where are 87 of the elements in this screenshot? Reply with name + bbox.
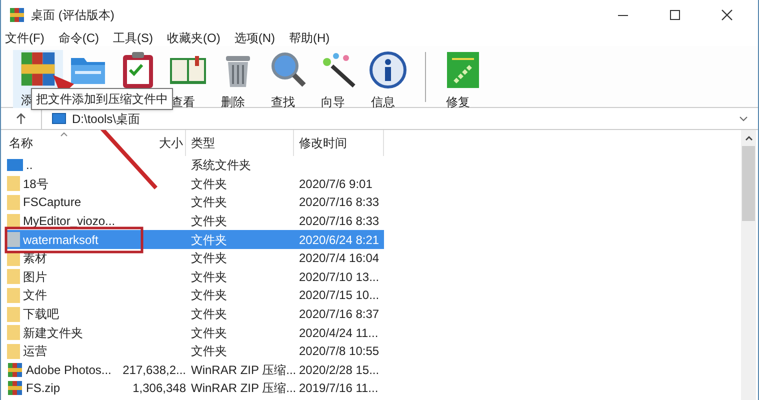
column-header[interactable]: 类型 [186,130,294,156]
menu-item[interactable]: 选项(N) [234,29,275,47]
file-row[interactable]: 18号 文件夹 2020/7/6 9:01 [5,174,384,194]
file-name: FSCapture [23,194,82,212]
file-row[interactable]: 素材 文件夹 2020/7/4 16:04 [5,248,384,268]
file-name: 文件 [23,287,47,304]
file-type: 文件夹 [191,251,227,266]
file-modified: 2020/7/8 10:55 [299,344,380,358]
file-modified: 2020/7/15 10... [299,288,380,302]
close-icon [721,9,733,21]
file-modified: 2020/2/28 15... [299,362,380,377]
column-header[interactable]: 名称 [5,130,151,156]
file-name: MyEditor_viozo... [23,213,116,230]
file-type: 系统文件夹 [191,158,251,172]
file-modified: 2020/7/16 8:37 [299,307,380,322]
file-row[interactable]: 运营 文件夹 2020/7/8 10:55 [5,342,384,361]
menu-item[interactable]: 工具(S) [113,29,153,47]
file-type: 文件夹 [191,344,227,358]
file-name: 运营 [23,343,47,360]
drive-icon [52,113,66,124]
file-modified: 2020/6/24 8:21 [299,232,380,247]
file-size: 1,306,348 [132,380,186,398]
file-name: FS.zip [26,380,60,398]
window-title: 桌面 (评估版本) [31,7,114,24]
file-name: watermarksoft [23,232,98,249]
scroll-up-icon [744,136,752,141]
file-row[interactable]: 图片 文件夹 2020/7/10 13... [5,268,384,286]
file-type: 文件夹 [191,195,227,210]
file-type: WinRAR ZIP 压缩... [191,362,296,377]
file-modified: 2020/7/6 9:01 [299,176,372,191]
file-modified: 2020/7/16 8:33 [299,195,380,210]
folder-icon [7,344,20,359]
column-header[interactable]: 大小 [151,130,186,156]
file-row[interactable]: 下载吧 文件夹 2020/7/16 8:37 [5,304,384,324]
file-name: 素材 [23,250,47,268]
folder-icon [7,176,20,192]
file-modified: 2020/7/16 8:33 [299,214,380,228]
file-type: 文件夹 [191,307,227,322]
folder-icon [7,232,20,248]
file-row[interactable]: .. 系统文件夹 [5,156,384,175]
file-type: 文件夹 [191,326,227,340]
file-modified: 2020/4/24 11... [299,326,378,340]
file-type: 文件夹 [191,270,227,284]
folder-icon [7,269,20,284]
folder-icon [7,325,20,340]
archive-icon [7,362,23,378]
scroll-thumb[interactable] [742,146,755,221]
up-folder-icon [7,159,23,172]
file-type: 文件夹 [191,214,227,228]
sort-caret-icon [60,132,68,137]
file-row[interactable]: MyEditor_viozo... 文件夹 2020/7/16 8:33 [5,212,384,230]
scrollbar[interactable] [741,130,756,400]
folder-icon [7,306,20,322]
file-row[interactable]: FS.zip 1,306,348 WinRAR ZIP 压缩... 2019/7/16 11... [5,379,384,398]
app-icon [9,7,25,23]
info-icon [368,50,408,90]
archive-icon [7,380,23,396]
menu-item[interactable]: 命令(C) [58,29,99,47]
file-name: 图片 [23,268,47,286]
tooltip: 把文件添加到压缩文件中 [31,88,173,110]
file-row[interactable]: 新建文件夹 文件夹 2020/4/24 11... [5,323,384,342]
dropdown-caret-icon [739,116,748,122]
file-type: WinRAR ZIP 压缩... [191,381,296,396]
menu-item[interactable]: 文件(F) [5,29,44,47]
file-modified: 2020/7/4 16:04 [299,251,380,266]
file-type: 文件夹 [191,232,227,247]
file-row[interactable]: FSCapture 文件夹 2020/7/16 8:33 [5,193,384,212]
file-modified: 2019/7/16 11... [299,381,378,396]
folder-icon [7,194,20,210]
menu-item[interactable]: 帮助(H) [289,29,330,47]
file-name: .. [26,157,33,174]
menu-item[interactable]: 收藏夹(O) [167,29,220,47]
file-name: 下载吧 [23,306,59,324]
file-name: Adobe Photos... [26,362,112,379]
file-row[interactable]: Adobe Photos... 217,638,2... WinRAR ZIP 压缩... 2020/2/28 15... [5,360,384,380]
file-row[interactable]: 文件 文件夹 2020/7/15 10... [5,286,384,305]
stacked-books-icon [19,50,57,88]
file-name: 18号 [23,176,48,193]
file-modified: 2020/7/10 13... [299,270,380,284]
file-name: 新建文件夹 [23,324,83,342]
file-type: 文件夹 [191,176,227,191]
file-size: 217,638,2... [122,362,186,379]
folder-icon [7,214,20,229]
file-type: 文件夹 [191,288,227,302]
up-arrow-icon [16,112,26,124]
column-header[interactable]: 修改时间 [294,130,384,156]
folder-icon [7,288,20,303]
